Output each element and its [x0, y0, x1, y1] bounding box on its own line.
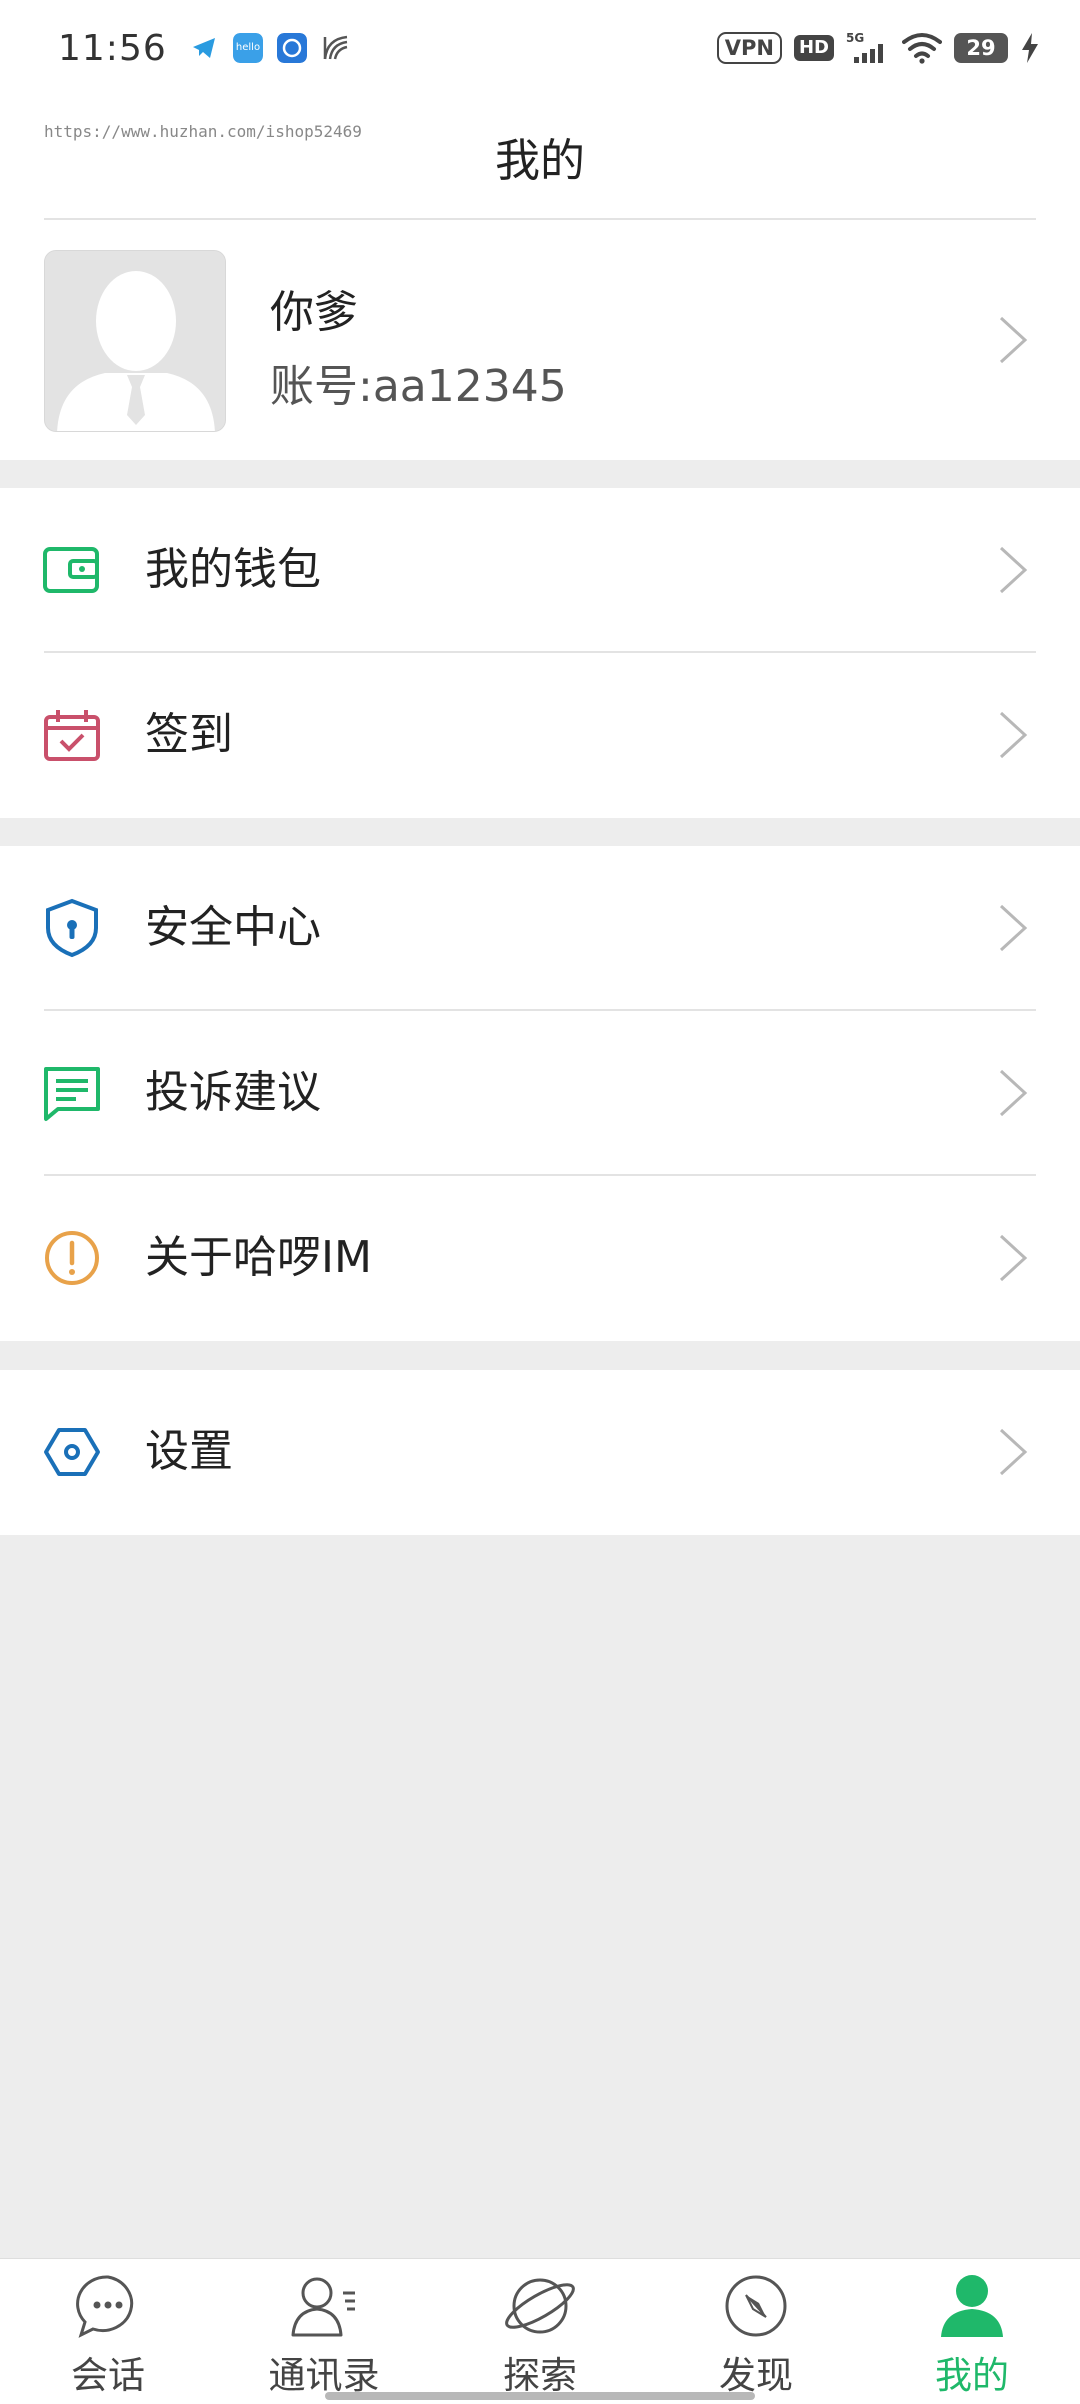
status-app-icons: hello — [188, 33, 351, 63]
tab-label: 我的 — [935, 2354, 1009, 2397]
profile-card[interactable]: 你爹 账号:aa12345 — [0, 220, 1080, 460]
calendar-check-icon — [44, 710, 100, 761]
tab-chats[interactable]: 会话 — [0, 2259, 216, 2404]
charging-bolt-icon — [1022, 33, 1038, 63]
info-exclaim-icon — [45, 1231, 99, 1285]
battery-level: 29 — [954, 33, 1008, 63]
wifi-icon — [902, 33, 942, 64]
tab-label: 通讯录 — [268, 2354, 380, 2397]
menu-item-label: 签到 — [145, 709, 233, 760]
network-type-label: 5G — [846, 31, 864, 45]
tab-me[interactable]: 我的 — [864, 2259, 1080, 2404]
default-avatar-icon — [45, 251, 225, 431]
page-header: https://www.huzhan.com/ishop52469 我的 — [0, 96, 1080, 220]
avatar[interactable] — [44, 250, 226, 432]
hello-app-icon: hello — [232, 33, 263, 63]
hd-badge: HD — [793, 35, 834, 61]
menu-group-wallet: 我的钱包 签到 — [0, 488, 1080, 818]
chevron-right-icon — [999, 904, 1028, 952]
profile-screen: 11:56 hello VPN HD 5G 29 https://www.huz… — [0, 0, 1080, 2404]
chat-lines-icon — [44, 1067, 100, 1121]
chevron-right-icon — [999, 546, 1028, 594]
menu-item-label: 投诉建议 — [145, 1067, 321, 1118]
shield-lock-icon — [46, 898, 98, 958]
bottom-tab-bar: 会话 通讯录 探索 发现 我的 — [0, 2258, 1080, 2404]
menu-group-security: 安全中心 投诉建议 关于哈啰IM — [0, 846, 1080, 1341]
tab-label: 发现 — [719, 2354, 793, 2397]
settings-hex-icon — [44, 1428, 100, 1476]
vpn-badge: VPN — [716, 32, 782, 64]
status-time: 11:56 — [58, 27, 167, 69]
menu-item-about[interactable]: 关于哈啰IM — [0, 1176, 1080, 1341]
menu-item-label: 关于哈啰IM — [145, 1232, 372, 1283]
menu-group-settings: 设置 — [0, 1370, 1080, 1535]
tab-label: 会话 — [71, 2354, 145, 2397]
tab-label: 探索 — [503, 2354, 577, 2397]
telegram-app-icon — [188, 33, 219, 63]
menu-item-feedback[interactable]: 投诉建议 — [0, 1011, 1080, 1176]
profile-account: 账号:aa12345 — [270, 361, 567, 412]
menu-item-label: 安全中心 — [145, 902, 321, 953]
home-indicator[interactable] — [325, 2392, 755, 2400]
chevron-right-icon — [999, 1428, 1028, 1476]
wallet-icon — [43, 547, 99, 593]
menu-item-label: 我的钱包 — [145, 544, 321, 595]
cellular-signal-icon: 5G — [846, 31, 883, 63]
tab-explore[interactable]: 探索 — [432, 2259, 648, 2404]
svg-text:hello: hello — [236, 42, 260, 53]
message-app-icon — [276, 33, 307, 63]
profile-name: 你爹 — [270, 287, 358, 338]
tab-discover[interactable]: 发现 — [648, 2259, 864, 2404]
menu-item-wallet[interactable]: 我的钱包 — [0, 488, 1080, 653]
compass-icon — [725, 2275, 787, 2337]
chevron-right-icon — [999, 316, 1028, 364]
menu-item-label: 设置 — [145, 1426, 233, 1477]
page-title: 我的 — [494, 134, 585, 187]
chevron-right-icon — [999, 1069, 1028, 1117]
planet-icon — [505, 2278, 575, 2334]
chevron-right-icon — [999, 1234, 1028, 1282]
menu-item-settings[interactable]: 设置 — [0, 1370, 1080, 1535]
tab-contacts[interactable]: 通讯录 — [216, 2259, 432, 2404]
person-icon — [941, 2275, 1003, 2337]
status-bar: 11:56 hello VPN HD 5G 29 — [0, 0, 1080, 96]
chat-bubble-icon — [76, 2275, 134, 2338]
chevron-right-icon — [999, 711, 1028, 759]
menu-item-security-center[interactable]: 安全中心 — [0, 846, 1080, 1011]
menu-item-checkin[interactable]: 签到 — [0, 653, 1080, 818]
status-indicators: VPN HD 5G 29 — [716, 31, 1040, 65]
stripes-app-icon — [323, 35, 348, 60]
contacts-icon — [291, 2277, 355, 2337]
